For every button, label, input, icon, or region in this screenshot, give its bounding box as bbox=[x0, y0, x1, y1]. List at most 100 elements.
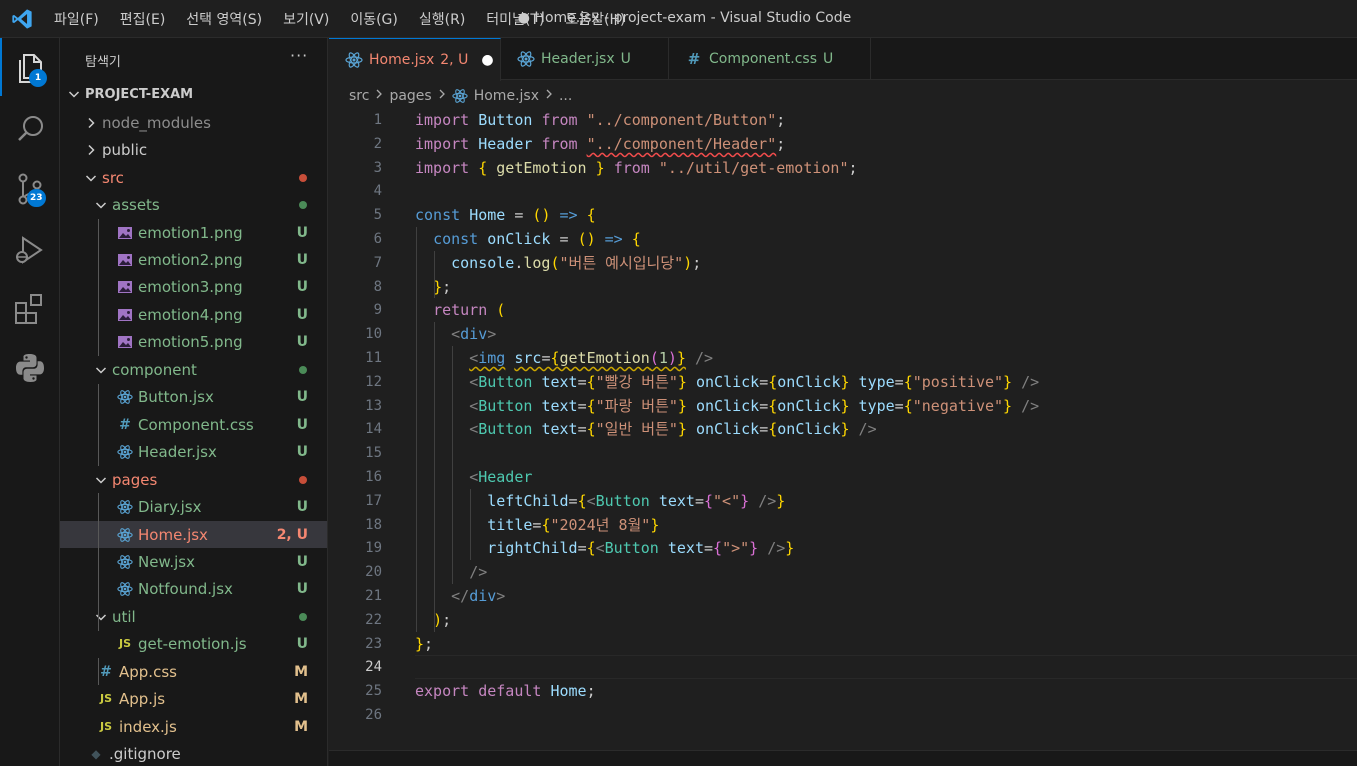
code-line[interactable]: const Home = () => { bbox=[415, 203, 596, 227]
tree-file[interactable]: emotion1.png U bbox=[60, 219, 327, 247]
explorer-title: 탐색기 bbox=[85, 55, 121, 70]
code-line[interactable]: return ( bbox=[415, 298, 505, 322]
code-line[interactable]: }; bbox=[415, 632, 433, 656]
menu-item[interactable]: 보기(V) bbox=[283, 9, 329, 29]
search-activity[interactable] bbox=[0, 104, 60, 152]
line-number: 26 bbox=[365, 707, 382, 723]
tree-item-label: util bbox=[112, 607, 136, 626]
code-line[interactable]: <Button text={"파랑 버튼"} onClick={onClick}… bbox=[415, 394, 1039, 418]
code-editor[interactable]: 1 import Button from "../component/Button… bbox=[329, 107, 1357, 750]
tree-item-label: pages bbox=[112, 470, 158, 489]
chevron-down-icon bbox=[83, 170, 99, 186]
tree-file[interactable]: Notfound.jsx U bbox=[60, 576, 327, 604]
line-number: 7 bbox=[373, 254, 382, 271]
menu-item[interactable]: 터미널(T) bbox=[486, 9, 544, 29]
image-file-icon bbox=[115, 225, 135, 241]
tree-file[interactable]: emotion4.png U bbox=[60, 301, 327, 329]
code-line[interactable]: import Header from "../component/Header"… bbox=[415, 132, 785, 156]
indent-guide bbox=[98, 218, 99, 357]
breadcrumb-symbol[interactable]: ... bbox=[559, 88, 572, 104]
git-status-badge: U bbox=[296, 252, 308, 268]
tree-item-label: assets bbox=[112, 196, 160, 215]
code-line[interactable]: <Button text={"일반 버튼"} onClick={onClick}… bbox=[415, 417, 876, 441]
code-line[interactable]: rightChild={<Button text={">"} />} bbox=[415, 536, 794, 560]
menu-item[interactable]: 이동(G) bbox=[350, 9, 398, 29]
line-number: 21 bbox=[365, 588, 382, 604]
tree-folder[interactable]: pages bbox=[60, 466, 327, 494]
code-line[interactable]: <img src={getEmotion(1)} /> bbox=[415, 346, 713, 370]
breadcrumb-home-jsx[interactable]: Home.jsx bbox=[474, 88, 539, 104]
line-number: 15 bbox=[365, 445, 382, 462]
tree-item-label: Notfound.jsx bbox=[138, 580, 233, 599]
code-line[interactable]: export default Home; bbox=[415, 679, 596, 703]
react-icon bbox=[115, 527, 135, 543]
run-debug-icon bbox=[16, 236, 43, 264]
more-actions-button[interactable]: ··· bbox=[290, 46, 308, 65]
code-line[interactable]: <div> bbox=[415, 322, 496, 346]
source-control-activity[interactable]: 23 bbox=[0, 166, 60, 214]
line-number: 10 bbox=[365, 326, 382, 343]
tree-item-label: App.css bbox=[119, 662, 177, 681]
menu-item[interactable]: 파일(F) bbox=[54, 9, 99, 29]
python-activity[interactable] bbox=[0, 350, 60, 398]
code-line[interactable]: console.log("버튼 예시입니당"); bbox=[415, 251, 701, 275]
breadcrumb-src[interactable]: src bbox=[349, 88, 369, 104]
code-line[interactable]: import Button from "../component/Button"… bbox=[415, 108, 785, 132]
code-line[interactable]: </div> bbox=[415, 584, 505, 608]
tree-file[interactable]: Button.jsx U bbox=[60, 384, 327, 412]
line-number: 1 bbox=[373, 112, 382, 128]
extensions-activity[interactable] bbox=[0, 290, 60, 338]
tree-folder[interactable]: assets bbox=[60, 191, 327, 219]
tree-item-label: emotion1.png bbox=[138, 223, 243, 242]
tab-header-jsx[interactable]: Header.jsx U bbox=[501, 38, 669, 80]
code-line[interactable]: <Button text={"빨강 버튼"} onClick={onClick}… bbox=[415, 370, 1039, 394]
tree-folder[interactable]: src bbox=[60, 164, 327, 192]
git-status-dot bbox=[299, 612, 307, 621]
tree-file[interactable]: ◆ .gitignore bbox=[60, 740, 327, 766]
code-line[interactable]: ); bbox=[415, 608, 451, 632]
tab-home-jsx[interactable]: Home.jsx 2, U ● bbox=[329, 38, 501, 81]
line-number: 9 bbox=[373, 302, 382, 319]
dirty-indicator-icon[interactable]: ● bbox=[481, 52, 493, 68]
code-line[interactable]: }; bbox=[415, 275, 451, 299]
code-line[interactable]: const onClick = () => { bbox=[415, 227, 641, 251]
explorer-sidebar: 탐색기 ··· PROJECT-EXAM node_modules public s… bbox=[60, 38, 328, 766]
menu-bar: 파일(F) 편집(E) 선택 영역(S) 보기(V) 이동(G) 실행(R) 터미널(T) 도… bbox=[54, 0, 647, 38]
tree-folder[interactable]: node_modules bbox=[60, 109, 327, 137]
tree-file[interactable]: emotion5.png U bbox=[60, 329, 327, 357]
code-line[interactable]: /> bbox=[415, 560, 487, 584]
menu-item[interactable]: 편집(E) bbox=[120, 9, 166, 29]
git-status-badge: U bbox=[296, 444, 308, 461]
project-folder-header[interactable]: PROJECT-EXAM bbox=[60, 83, 327, 105]
tree-file[interactable]: JS index.js M bbox=[60, 713, 327, 741]
menu-item[interactable]: 선택 영역(S) bbox=[186, 9, 262, 29]
menu-item[interactable]: 도움말(H) bbox=[565, 9, 625, 29]
tree-file[interactable]: # Component.css U bbox=[60, 411, 327, 439]
tree-file[interactable]: JS App.js M bbox=[60, 685, 327, 713]
tree-file[interactable]: # App.css M bbox=[60, 658, 327, 686]
tree-file[interactable]: emotion2.png U bbox=[60, 246, 327, 274]
explorer-badge: 1 bbox=[29, 69, 47, 87]
tree-file[interactable]: JS get-emotion.js U bbox=[60, 631, 327, 659]
code-line[interactable]: import { getEmotion } from "../util/get-… bbox=[415, 156, 858, 180]
tree-folder[interactable]: util bbox=[60, 603, 327, 631]
tree-file[interactable]: Diary.jsx U bbox=[60, 493, 327, 521]
line-number: 24 bbox=[365, 659, 382, 676]
code-line[interactable]: <Header bbox=[415, 465, 532, 489]
tree-file[interactable]: emotion3.png U bbox=[60, 274, 327, 302]
tree-folder[interactable]: public bbox=[60, 136, 327, 164]
run-debug-activity[interactable] bbox=[0, 228, 60, 276]
react-icon bbox=[115, 581, 135, 597]
tree-file[interactable]: Header.jsx U bbox=[60, 438, 327, 466]
indent-guide bbox=[98, 658, 99, 686]
explorer-activity[interactable]: 1 bbox=[0, 38, 60, 96]
tab-status: U bbox=[823, 51, 834, 67]
tree-folder[interactable]: component bbox=[60, 356, 327, 384]
menu-item[interactable]: 실행(R) bbox=[419, 9, 465, 29]
tree-item-label: get-emotion.js bbox=[138, 635, 247, 654]
tab-component-css[interactable]: # Component.css U bbox=[669, 38, 871, 80]
tree-file[interactable]: Home.jsx 2, U bbox=[60, 520, 327, 549]
vscode-logo-icon[interactable] bbox=[10, 8, 34, 30]
breadcrumb-pages[interactable]: pages bbox=[389, 88, 431, 104]
tree-file[interactable]: New.jsx U bbox=[60, 548, 327, 576]
